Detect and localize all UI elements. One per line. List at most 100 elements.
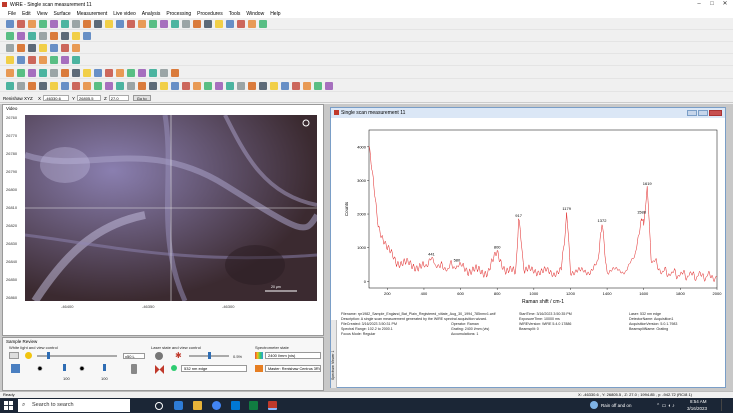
toolbar-button[interactable] [149, 20, 157, 28]
menu-tools[interactable]: Tools [229, 11, 241, 17]
toolbar-button[interactable] [204, 82, 212, 90]
toolbar-button[interactable] [28, 56, 36, 64]
toolbar-button[interactable] [182, 20, 190, 28]
toolbar-button[interactable] [6, 44, 14, 52]
gain-slider-thumb[interactable] [103, 364, 106, 371]
toolbar-button[interactable] [94, 69, 102, 77]
maximize-button[interactable]: □ [706, 0, 718, 9]
menu-measurement[interactable]: Measurement [77, 11, 108, 17]
sun-icon[interactable]: ✹ [37, 365, 43, 373]
spectrum-close-button[interactable] [709, 110, 722, 116]
toolbar-button[interactable] [182, 82, 190, 90]
toolbar-button[interactable] [28, 44, 36, 52]
shutter-icon[interactable] [155, 365, 164, 374]
contrast-slider-thumb[interactable] [63, 364, 66, 371]
toolbar-button[interactable] [72, 20, 80, 28]
menu-procedures[interactable]: Procedures [197, 11, 223, 17]
toolbar-button[interactable] [94, 82, 102, 90]
toolbar-button[interactable] [50, 32, 58, 40]
toolbar-button[interactable] [160, 82, 168, 90]
weather-text[interactable]: Rain off and on [601, 403, 631, 408]
toolbar-button[interactable] [39, 69, 47, 77]
toolbar-button[interactable] [226, 82, 234, 90]
toolbar-button[interactable] [105, 82, 113, 90]
task-view-icon[interactable] [155, 402, 163, 410]
toolbar-button[interactable] [116, 20, 124, 28]
toolbar-button[interactable] [171, 69, 179, 77]
spectrum-maximize-button[interactable] [698, 110, 708, 116]
toolbar-button[interactable] [61, 20, 69, 28]
file-explorer-icon[interactable] [193, 401, 202, 410]
toolbar-button[interactable] [105, 20, 113, 28]
toolbar-button[interactable] [39, 56, 47, 64]
tray-icons[interactable]: ⌃ ▭ ◖ ♪ [656, 403, 675, 409]
menu-live-video[interactable]: Live video [113, 11, 136, 17]
toolbar-button[interactable] [248, 82, 256, 90]
toolbar-button[interactable] [160, 20, 168, 28]
toolbar-button[interactable] [259, 82, 267, 90]
edge-browser-icon[interactable] [174, 401, 183, 410]
toolbar-button[interactable] [39, 82, 47, 90]
toolbar-button[interactable] [314, 82, 322, 90]
toolbar-button[interactable] [17, 69, 25, 77]
toolbar-button[interactable] [248, 20, 256, 28]
toolbar-button[interactable] [215, 20, 223, 28]
toolbar-button[interactable] [83, 32, 91, 40]
toolbar-button[interactable] [6, 82, 14, 90]
clock-time[interactable]: 8:54 AM [690, 399, 707, 404]
sun-icon-2[interactable]: ✹ [79, 365, 85, 373]
laser-select[interactable]: 532 nm edge [181, 365, 247, 372]
toolbar-button[interactable] [39, 20, 47, 28]
menu-file[interactable]: File [8, 11, 16, 17]
toolbar-button[interactable] [171, 20, 179, 28]
toolbar-button[interactable] [325, 82, 333, 90]
objective-select[interactable]: x50 L [123, 353, 145, 359]
menu-analysis[interactable]: Analysis [142, 11, 161, 17]
toolbar-button[interactable] [138, 82, 146, 90]
toolbar-button[interactable] [270, 82, 278, 90]
z-position-field[interactable]: 27.0 [108, 95, 129, 101]
minimize-button[interactable]: – [693, 0, 705, 9]
toolbar-button[interactable] [39, 44, 47, 52]
toolbar-button[interactable] [83, 82, 91, 90]
toolbar-button[interactable] [6, 20, 14, 28]
toolbar-button[interactable] [72, 82, 80, 90]
toolbar-button[interactable] [105, 69, 113, 77]
camera-button[interactable] [9, 352, 19, 359]
toolbar-button[interactable] [193, 82, 201, 90]
toolbar-button[interactable] [94, 20, 102, 28]
laser-power-thumb[interactable] [208, 352, 211, 359]
toolbar-button[interactable] [138, 69, 146, 77]
toolbar-button[interactable] [149, 69, 157, 77]
toolbar-button[interactable] [303, 82, 311, 90]
toolbar-button[interactable] [215, 82, 223, 90]
toolbar-button[interactable] [116, 82, 124, 90]
toolbar-button[interactable] [61, 32, 69, 40]
wire-taskbar-icon[interactable] [268, 401, 277, 410]
toolbar-button[interactable] [83, 69, 91, 77]
excel-icon[interactable] [249, 401, 258, 410]
toolbar-button[interactable] [28, 32, 36, 40]
toolbar-button[interactable] [50, 44, 58, 52]
view-icon[interactable] [11, 364, 20, 373]
toolbar-button[interactable] [83, 20, 91, 28]
chrome-icon[interactable] [212, 401, 221, 410]
toolbar-button[interactable] [193, 20, 201, 28]
toolbar-button[interactable] [160, 69, 168, 77]
clock-date[interactable]: 3/16/2023 [687, 406, 707, 411]
toolbar-button[interactable] [292, 82, 300, 90]
windows-start-icon[interactable] [4, 401, 13, 410]
toolbar-button[interactable] [237, 20, 245, 28]
toolbar-button[interactable] [50, 56, 58, 64]
toolbar-button[interactable] [6, 56, 14, 64]
menu-processing[interactable]: Processing [166, 11, 191, 17]
show-desktop-button[interactable] [721, 399, 729, 411]
toolbar-button[interactable] [127, 20, 135, 28]
toolbar-button[interactable] [61, 82, 69, 90]
laser-star-icon[interactable]: ✱ [175, 352, 182, 360]
toolbar-button[interactable] [28, 82, 36, 90]
toolbar-button[interactable] [116, 69, 124, 77]
toolbar-button[interactable] [72, 56, 80, 64]
toolbar-button[interactable] [204, 20, 212, 28]
toolbar-button[interactable] [39, 32, 47, 40]
